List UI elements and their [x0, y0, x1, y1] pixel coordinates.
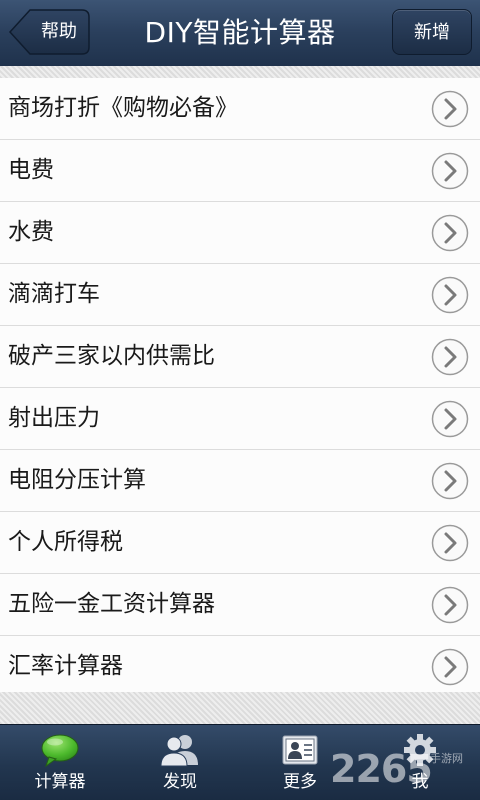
tab-label: 计算器 [34, 772, 86, 792]
tab-calculator[interactable]: 计算器 [0, 725, 120, 800]
chevron-right-icon[interactable] [431, 276, 469, 314]
list-item[interactable]: 五险一金工资计算器 [0, 574, 480, 636]
list-item[interactable]: 电费 [0, 140, 480, 202]
chevron-right-icon[interactable] [431, 586, 469, 624]
top-divider-stripe [0, 66, 480, 78]
gear-icon [404, 734, 436, 766]
bottom-divider-stripe [0, 692, 480, 724]
calculator-list: 商场打折《购物必备》 电费 水费 滴滴打车 破产三家以内供需比 射出压力 电阻分… [0, 78, 480, 698]
list-item[interactable]: 滴滴打车 [0, 264, 480, 326]
chat-bubble-icon [41, 734, 79, 767]
list-item-label: 破产三家以内供需比 [8, 343, 215, 369]
tab-label: 更多 [283, 772, 317, 792]
list-item[interactable]: 电阻分压计算 [0, 450, 480, 512]
list-item-label: 商场打折《购物必备》 [8, 95, 238, 121]
list-item[interactable]: 商场打折《购物必备》 [0, 78, 480, 140]
chevron-right-icon[interactable] [431, 152, 469, 190]
list-item-label: 汇率计算器 [8, 653, 123, 679]
tab-more[interactable]: 更多 [240, 725, 360, 800]
app-root: 帮助 DIY智能计算器 新增 商场打折《购物必备》 电费 水费 滴滴打车 破产三… [0, 0, 480, 800]
list-item-label: 电阻分压计算 [8, 467, 146, 493]
list-item[interactable]: 汇率计算器 [0, 636, 480, 698]
list-item-label: 射出压力 [8, 405, 100, 431]
list-item-label: 个人所得税 [8, 529, 123, 555]
bottom-tab-bar: 计算器 发现 更多 我 [0, 724, 480, 800]
top-navigation-bar: 帮助 DIY智能计算器 新增 [0, 0, 480, 67]
list-item[interactable]: 个人所得税 [0, 512, 480, 574]
contact-card-icon [282, 735, 318, 765]
add-new-button[interactable]: 新增 [392, 9, 472, 55]
list-item-label: 滴滴打车 [8, 281, 100, 307]
chevron-right-icon[interactable] [431, 462, 469, 500]
list-item[interactable]: 射出压力 [0, 388, 480, 450]
list-item[interactable]: 水费 [0, 202, 480, 264]
tab-me[interactable]: 我 [360, 725, 480, 800]
tab-label: 发现 [163, 772, 197, 792]
chevron-right-icon[interactable] [431, 648, 469, 686]
list-item-label: 五险一金工资计算器 [8, 591, 215, 617]
chevron-right-icon[interactable] [431, 524, 469, 562]
chevron-right-icon[interactable] [431, 214, 469, 252]
tab-label: 我 [411, 772, 429, 792]
chevron-right-icon[interactable] [431, 400, 469, 438]
list-item-label: 电费 [8, 157, 54, 183]
chevron-right-icon[interactable] [431, 338, 469, 376]
list-item-label: 水费 [8, 219, 54, 245]
people-icon [160, 735, 198, 767]
list-item[interactable]: 破产三家以内供需比 [0, 326, 480, 388]
chevron-right-icon[interactable] [431, 90, 469, 128]
tab-discover[interactable]: 发现 [120, 725, 240, 800]
